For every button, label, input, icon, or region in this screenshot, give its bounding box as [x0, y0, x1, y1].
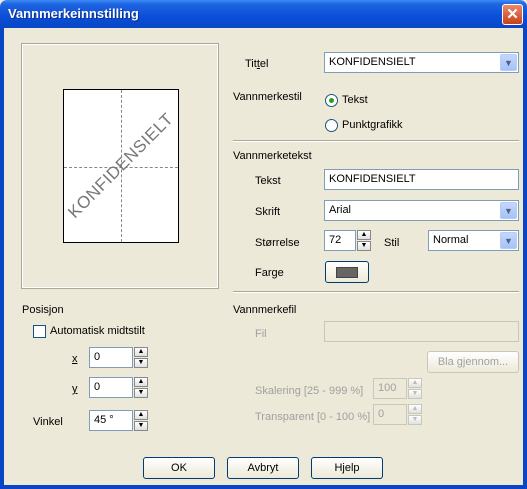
window-frame-right: [523, 28, 527, 489]
angle-stepper[interactable]: ▲ ▼: [134, 410, 148, 431]
spin-up-icon[interactable]: ▲: [408, 378, 422, 388]
font-label: Skrift: [255, 206, 281, 218]
text-label: Tekst: [255, 175, 281, 187]
transparent-label: Transparent [0 - 100 %]: [255, 411, 371, 423]
watermark-preview: KONFIDENSIELT: [21, 43, 219, 289]
color-button[interactable]: [325, 261, 369, 283]
x-label: x: [72, 353, 78, 365]
style-text-radio[interactable]: [325, 94, 338, 107]
scaling-label: Skalering [25 - 999 %]: [255, 385, 364, 397]
watermark-style-label: Vannmerkestil: [233, 91, 302, 103]
position-heading: Posisjon: [22, 304, 64, 316]
transparent-input[interactable]: 0: [373, 404, 407, 425]
style-label: Stil: [384, 237, 400, 249]
style-bitmap-label[interactable]: Punktgrafikk: [342, 119, 403, 131]
ok-button[interactable]: OK: [143, 457, 215, 479]
file-label: Fil: [255, 328, 267, 340]
y-stepper[interactable]: ▲ ▼: [134, 377, 148, 398]
font-select-value: Arial: [329, 204, 352, 216]
spin-down-icon[interactable]: ▼: [408, 415, 422, 425]
style-bitmap-radio[interactable]: [325, 119, 338, 132]
title-label: Tittel: [245, 58, 269, 70]
spin-down-icon[interactable]: ▼: [134, 358, 148, 368]
cancel-button[interactable]: Avbryt: [227, 457, 299, 479]
separator-2: [233, 291, 519, 293]
window-frame-bottom: [0, 485, 527, 489]
font-style-select[interactable]: Normal ▼: [428, 230, 519, 251]
window-title: Vannmerkeinnstilling: [8, 6, 139, 21]
preview-page: KONFIDENSIELT: [63, 89, 179, 243]
spin-down-icon[interactable]: ▼: [357, 241, 371, 251]
spin-up-icon[interactable]: ▲: [408, 404, 422, 414]
browse-button[interactable]: Bla gjennom...: [427, 351, 519, 373]
title-bar: Vannmerkeinnstilling ✕: [0, 0, 527, 28]
y-input[interactable]: 0: [89, 377, 133, 398]
spin-up-icon[interactable]: ▲: [134, 410, 148, 420]
x-input[interactable]: 0: [89, 347, 133, 368]
scaling-input[interactable]: 100: [373, 378, 407, 399]
watermark-text-input[interactable]: KONFIDENSIELT: [324, 169, 519, 190]
size-label: Størrelse: [255, 237, 300, 249]
spin-up-icon[interactable]: ▲: [134, 347, 148, 357]
font-select[interactable]: Arial ▼: [324, 200, 519, 221]
watermark-settings-dialog: Vannmerkeinnstilling ✕ KONFIDENSIELT Tit…: [0, 0, 527, 489]
spin-down-icon[interactable]: ▼: [134, 421, 148, 431]
angle-input[interactable]: 45 °: [89, 410, 133, 431]
spin-up-icon[interactable]: ▲: [134, 377, 148, 387]
close-button[interactable]: ✕: [502, 4, 523, 25]
file-input[interactable]: [324, 321, 519, 342]
color-swatch: [336, 267, 358, 278]
chevron-down-icon[interactable]: ▼: [500, 54, 517, 71]
auto-center-checkbox[interactable]: [33, 325, 46, 338]
title-select-value: KONFIDENSIELT: [329, 56, 416, 68]
font-style-value: Normal: [433, 234, 469, 246]
y-label: y: [72, 383, 78, 395]
spin-up-icon[interactable]: ▲: [357, 230, 371, 240]
color-label: Farge: [255, 267, 284, 279]
watermark-text-heading: Vannmerketekst: [233, 150, 312, 162]
chevron-down-icon[interactable]: ▼: [500, 202, 517, 219]
size-stepper[interactable]: ▲ ▼: [357, 230, 371, 251]
separator-1: [233, 140, 519, 142]
spin-down-icon[interactable]: ▼: [134, 388, 148, 398]
spin-down-icon[interactable]: ▼: [408, 389, 422, 399]
style-text-label[interactable]: Tekst: [342, 94, 368, 106]
scaling-stepper[interactable]: ▲ ▼: [408, 378, 422, 399]
size-input[interactable]: 72: [324, 230, 356, 251]
watermark-file-heading: Vannmerkefil: [233, 304, 297, 316]
window-frame-left: [0, 28, 4, 489]
help-button[interactable]: Hjelp: [311, 457, 383, 479]
transparent-stepper[interactable]: ▲ ▼: [408, 404, 422, 425]
x-stepper[interactable]: ▲ ▼: [134, 347, 148, 368]
auto-center-label[interactable]: Automatisk midtstilt: [50, 325, 145, 337]
angle-label: Vinkel: [33, 416, 63, 428]
title-select[interactable]: KONFIDENSIELT ▼: [324, 52, 519, 73]
chevron-down-icon[interactable]: ▼: [500, 232, 517, 249]
